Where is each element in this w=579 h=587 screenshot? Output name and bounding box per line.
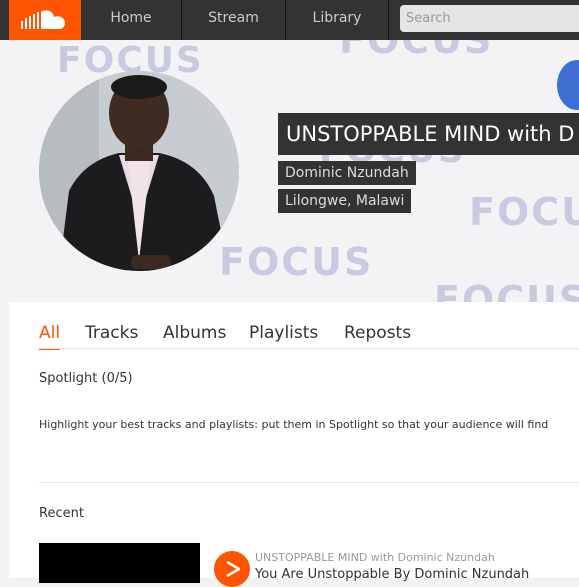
banner-watermark: FOCUS (469, 190, 579, 234)
track-title-link[interactable]: You Are Unstoppable By Dominic Nzundah (255, 567, 529, 582)
nav-stream[interactable]: Stream (182, 0, 286, 40)
banner-watermark: FOCUS (339, 40, 494, 62)
spotlight-hint: Highlight your best tracks and playlists… (39, 418, 549, 431)
banner-decoration (557, 60, 579, 110)
play-icon (226, 561, 240, 577)
profile-banner: FOCUS FOCUS FOCUS FOCUS FOCUS FOCUS UNST… (9, 40, 579, 302)
avatar-photo (39, 71, 239, 271)
spotlight-heading: Spotlight (0/5) (39, 371, 133, 386)
soundcloud-logo-icon[interactable] (9, 0, 81, 40)
track-uploader-link[interactable]: UNSTOPPABLE MIND with Dominic Nzundah (255, 551, 495, 564)
profile-content: All Tracks Albums Playlists Reposts Spot… (9, 302, 579, 587)
nav-library[interactable]: Library (286, 0, 389, 40)
profile-username[interactable]: Dominic Nzundah (278, 161, 416, 185)
tab-divider (39, 348, 579, 349)
avatar[interactable] (39, 71, 239, 271)
search-input[interactable]: Search (400, 5, 579, 32)
tab-reposts[interactable]: Reposts (344, 323, 411, 343)
top-navigation-bar: Home Stream Library Search (0, 0, 579, 40)
tab-playlists[interactable]: Playlists (249, 323, 318, 343)
play-button[interactable] (214, 551, 250, 587)
profile-title: UNSTOPPABLE MIND with D (278, 113, 579, 155)
recent-heading: Recent (39, 506, 84, 521)
cloud-icon (21, 10, 65, 29)
section-divider (39, 482, 579, 483)
track-artwork[interactable] (39, 543, 200, 583)
profile-location: Lilongwe, Malawi (278, 189, 412, 213)
banner-watermark: FOCUS (219, 240, 374, 284)
tab-tracks[interactable]: Tracks (85, 323, 138, 343)
nav-home[interactable]: Home (81, 0, 182, 40)
banner-watermark: FOCUS (434, 278, 579, 302)
tab-all[interactable]: All (39, 323, 61, 350)
tab-albums[interactable]: Albums (163, 323, 226, 343)
